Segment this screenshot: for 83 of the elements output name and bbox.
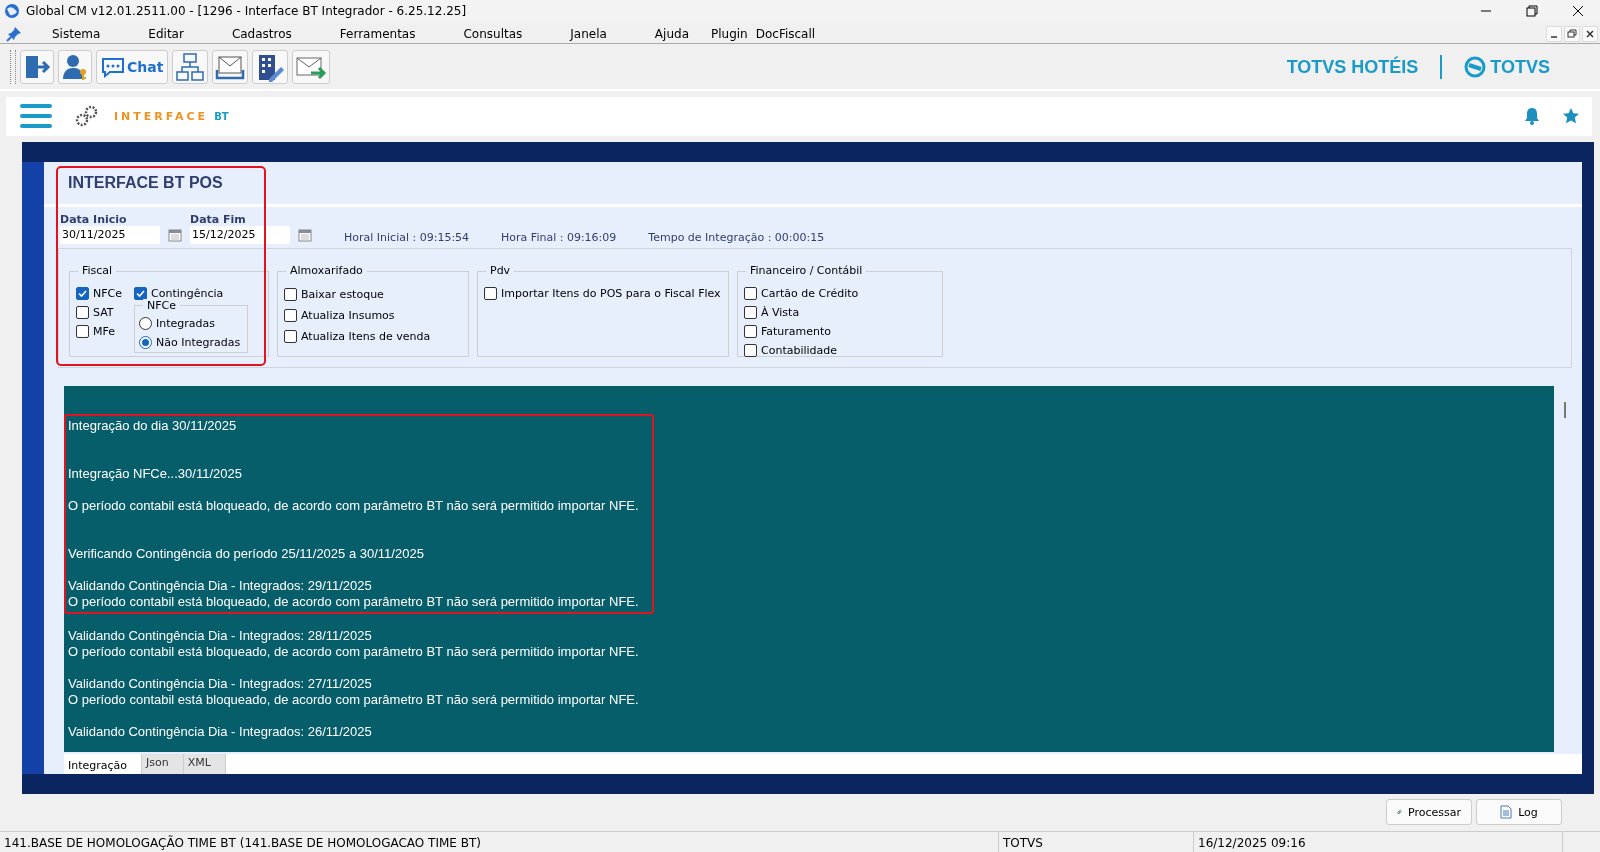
checkbox[interactable]: Contabilidade (744, 340, 936, 360)
check-icon (78, 288, 87, 298)
exit-button[interactable] (20, 50, 54, 85)
menu-item[interactable]: DocFiscall (751, 26, 820, 41)
user-key-button[interactable] (58, 50, 92, 85)
checkbox[interactable]: NFCe (76, 283, 134, 303)
log-line: Verificando Contingência do período 25/11/2025 a 30/11/2025 (68, 545, 424, 562)
status-text: TOTVS (999, 831, 1194, 852)
calendar-icon[interactable] (168, 227, 182, 242)
mail-tray-button[interactable] (212, 50, 249, 85)
menu-item[interactable]: Consultas (433, 26, 541, 41)
logo-icon (1464, 56, 1487, 79)
log-line: O período contabil está bloqueado, de acordo com parâmetro BT não será permitido importar NFE. (68, 497, 639, 514)
group-title: Almoxarifado (286, 263, 367, 277)
date-field[interactable]: 30/11/2025 (60, 225, 160, 244)
building-edit-button[interactable] (252, 50, 289, 85)
log-line: Integração do dia 30/11/2025 (68, 417, 237, 434)
checkbox[interactable]: Atualiza Insumos (284, 304, 462, 326)
star-icon[interactable] (1562, 107, 1580, 126)
close-icon[interactable] (1584, 27, 1596, 40)
user-key-icon (61, 53, 89, 82)
checkbox[interactable]: MFe (76, 321, 134, 341)
window-title: Global CM v12.01.2511.00 - [1296 - Interface BT Integrador - 6.25.12.25] (26, 4, 467, 19)
checkbox[interactable]: Baixar estoque (284, 283, 462, 305)
checkbox[interactable]: Importar Itens do POS para o Fiscal Flex (484, 283, 722, 303)
check-icon (136, 288, 145, 298)
status-text: 141.BASE DE HOMOLOGAÇÃO TIME BT (141.BASE DE HOMOLOGACAO TIME BT) (0, 831, 999, 852)
field-label: Data Fim (190, 212, 247, 226)
menu-item[interactable]: Cadastros (201, 26, 310, 41)
menu-item[interactable]: Ajuda (624, 26, 707, 41)
document-icon (1500, 805, 1513, 820)
org-chart-button[interactable] (172, 50, 209, 85)
log-button[interactable]: Log (1476, 799, 1562, 826)
restore-icon[interactable] (1566, 27, 1578, 40)
log-line: Integração NFCe...30/11/2025 (68, 465, 242, 482)
form-title: INTERFACE BT POS (44, 161, 1582, 207)
calendar-icon[interactable] (298, 227, 312, 242)
group-title: Pdv (486, 263, 515, 277)
menu-item[interactable]: Editar (118, 26, 202, 41)
status-text: 16/12/2025 09:16 (1194, 831, 1563, 852)
log-line: O período contabil está bloqueado, de acordo com parâmetro BT não será permitido importar NFE. (68, 691, 639, 708)
tab[interactable]: Json (142, 753, 184, 774)
group-title: NFCe (143, 298, 180, 312)
brand-name: TOTVS HOTÉIS (1286, 56, 1419, 78)
time-label: Hora Final : 09:16:09 (501, 230, 617, 244)
menu-item[interactable]: Ferramentas (309, 26, 434, 41)
time-label: Tempo de Integração : 00:00:15 (648, 230, 825, 244)
date-field[interactable]: 15/12/2025 (190, 225, 290, 244)
log-line: Validando Contingência Dia - Integrados: 27/11/2025 (68, 675, 372, 692)
menu-item[interactable]: Plugin (707, 26, 752, 41)
log-line: Validando Contingência Dia - Integrados: 26/11/2025 (68, 723, 372, 740)
menu-item[interactable]: Janela (540, 26, 625, 41)
globe-icon (4, 3, 20, 20)
field-label: Data Inicio (60, 212, 128, 226)
process-button[interactable]: Processar (1386, 799, 1472, 826)
close-icon[interactable] (1570, 4, 1584, 19)
checkbox[interactable]: Cartão de Crédito (744, 283, 936, 303)
send-mail-button[interactable] (292, 50, 331, 85)
restore-icon[interactable] (1524, 4, 1538, 19)
app-title: INTERFACE (114, 109, 209, 123)
menu-icon (20, 103, 52, 130)
bell-icon[interactable] (1524, 107, 1540, 126)
checkbox[interactable]: Faturamento (744, 321, 936, 341)
checkbox[interactable]: SAT (76, 302, 134, 322)
menu-item[interactable]: Sistema (22, 26, 119, 41)
radio-button[interactable]: Não Integradas (139, 332, 243, 352)
checkbox[interactable]: Atualiza Itens de venda (284, 325, 462, 347)
app-subtitle: BT (214, 110, 229, 122)
totvs-logo: TOTVS (1464, 56, 1550, 79)
group-title: Fiscal (78, 263, 117, 277)
group-title: Financeiro / Contábil (746, 263, 867, 277)
log-line: O período contabil está bloqueado, de acordo com parâmetro BT não será permitido importar NFE. (68, 593, 639, 610)
chat-button[interactable]: Chat (96, 50, 169, 85)
tab[interactable]: XML (183, 753, 226, 774)
log-line: Validando Contingência Dia - Integrados: 29/11/2025 (68, 577, 372, 594)
checkbox[interactable]: À Vista (744, 302, 936, 322)
pin-icon (6, 25, 22, 42)
speech-bubble-icon (101, 56, 125, 79)
org-chart-icon (175, 52, 206, 83)
log-line: Validando Contingência Dia - Integrados: 28/11/2025 (68, 627, 372, 644)
time-label: Horal Inicial : 09:15:54 (344, 230, 470, 244)
radio-button[interactable]: Integradas (139, 313, 243, 333)
log-line: O período contabil está bloqueado, de acordo com parâmetro BT não será permitido importar NFE. (68, 643, 639, 660)
